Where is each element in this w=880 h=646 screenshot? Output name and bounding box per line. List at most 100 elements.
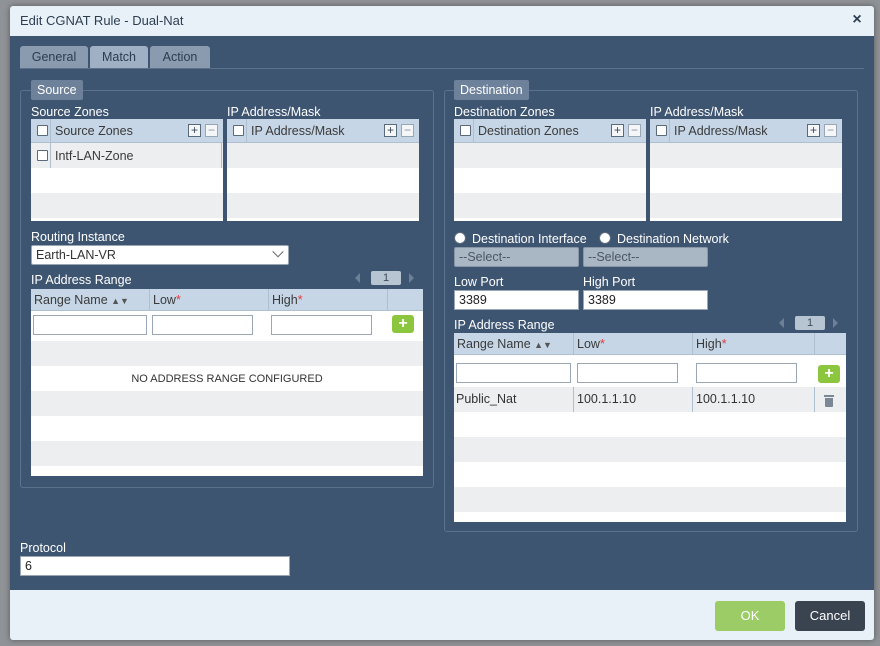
- select-all-checkbox[interactable]: [656, 125, 667, 136]
- empty-row: [454, 437, 846, 462]
- empty-row: [31, 341, 423, 366]
- page-number: 1: [371, 271, 401, 285]
- col-range-name[interactable]: Range Name ▲▼: [31, 289, 129, 311]
- empty-row: [31, 391, 423, 416]
- tab-underline: [20, 68, 864, 69]
- source-zones-column: Source Zones: [55, 124, 133, 138]
- edit-cgnat-rule-dialog: Edit CGNAT Rule - Dual-Nat × General Mat…: [10, 6, 874, 640]
- source-ip-range-label: IP Address Range: [31, 273, 132, 287]
- low-input[interactable]: [152, 315, 253, 335]
- add-range-button[interactable]: +: [818, 365, 840, 383]
- select-all-checkbox[interactable]: [460, 125, 471, 136]
- delete-icon[interactable]: [824, 395, 834, 407]
- table-row[interactable]: Public_Nat 100.1.1.10 100.1.1.10: [454, 387, 846, 412]
- empty-row: [650, 168, 842, 193]
- tab-general[interactable]: General: [20, 46, 88, 68]
- col-range-name-label: Range Name: [457, 337, 531, 351]
- destination-ipmask-label: IP Address/Mask: [650, 105, 744, 119]
- col-range-name-label: Range Name: [34, 293, 108, 307]
- destination-zones-column: Destination Zones: [478, 124, 579, 138]
- add-ipmask-button[interactable]: +: [807, 124, 820, 137]
- destination-interface-select[interactable]: --Select--: [454, 247, 579, 267]
- remove-ipmask-button[interactable]: −: [401, 124, 414, 137]
- empty-row: [454, 193, 646, 218]
- dialog-titlebar: Edit CGNAT Rule - Dual-Nat ×: [10, 6, 874, 36]
- select-all-checkbox[interactable]: [233, 125, 244, 136]
- col-low: Low*: [153, 293, 181, 307]
- empty-row: [227, 168, 419, 193]
- range-name-input[interactable]: [33, 315, 147, 335]
- next-page-icon[interactable]: [409, 273, 414, 283]
- low-port-input[interactable]: 3389: [454, 290, 579, 310]
- high-port-input[interactable]: 3389: [583, 290, 708, 310]
- sort-icon[interactable]: ▲▼: [534, 340, 552, 350]
- destination-network-label: Destination Network: [617, 232, 729, 246]
- col-range-name[interactable]: Range Name ▲▼: [454, 333, 552, 355]
- source-pager: 1: [355, 271, 421, 285]
- empty-row: [454, 412, 846, 437]
- destination-zones-table: Destination Zones + −: [454, 119, 646, 221]
- cancel-button[interactable]: Cancel: [795, 601, 865, 631]
- destination-zones-label: Destination Zones: [454, 105, 555, 119]
- remove-zone-button[interactable]: −: [205, 124, 218, 137]
- col-high-label: High: [272, 293, 298, 307]
- col-divider: [814, 333, 815, 355]
- col-divider: [814, 387, 815, 412]
- col-high-label: High: [696, 337, 722, 351]
- empty-row: [650, 143, 842, 168]
- destination-interface-label: Destination Interface: [472, 232, 587, 246]
- col-divider: [573, 387, 574, 412]
- protocol-label: Protocol: [20, 541, 66, 555]
- empty-row: [227, 143, 419, 168]
- list-item[interactable]: Intf-LAN-Zone: [31, 143, 223, 168]
- source-ipmask-table: IP Address/Mask + −: [227, 119, 419, 221]
- prev-page-icon[interactable]: [779, 318, 784, 328]
- empty-row: [227, 193, 419, 218]
- select-all-checkbox[interactable]: [37, 125, 48, 136]
- col-high: High*: [272, 293, 303, 307]
- new-range-row: +: [31, 312, 423, 337]
- empty-message: NO ADDRESS RANGE CONFIGURED: [131, 373, 323, 385]
- row-checkbox[interactable]: [37, 150, 48, 161]
- next-page-icon[interactable]: [833, 318, 838, 328]
- prev-page-icon[interactable]: [355, 273, 360, 283]
- range-name-input[interactable]: [456, 363, 571, 383]
- empty-row: [31, 416, 423, 441]
- destination-network-select[interactable]: --Select--: [583, 247, 708, 267]
- sort-icon[interactable]: ▲▼: [111, 296, 129, 306]
- grid-header: Range Name ▲▼ Low* High*: [31, 289, 423, 311]
- routing-instance-select[interactable]: Earth-LAN-VR: [31, 245, 289, 265]
- destination-legend: Destination: [454, 80, 529, 100]
- tab-action[interactable]: Action: [150, 46, 210, 68]
- source-zones-table: Source Zones + − Intf-LAN-Zone: [31, 119, 223, 221]
- destination-ipmask-header: IP Address/Mask + −: [650, 119, 842, 143]
- row-divider: [50, 143, 51, 168]
- empty-row: [31, 193, 223, 218]
- tab-match[interactable]: Match: [90, 46, 148, 68]
- low-input[interactable]: [577, 363, 678, 383]
- high-input[interactable]: [271, 315, 372, 335]
- empty-row: [454, 168, 646, 193]
- ok-button[interactable]: OK: [715, 601, 785, 631]
- add-ipmask-button[interactable]: +: [384, 124, 397, 137]
- low-port-label: Low Port: [454, 275, 504, 289]
- close-icon[interactable]: ×: [850, 12, 864, 28]
- destination-ipmask-table: IP Address/Mask + −: [650, 119, 842, 221]
- destination-interface-radio[interactable]: [454, 232, 466, 244]
- page-number: 1: [795, 316, 825, 330]
- remove-ipmask-button[interactable]: −: [824, 124, 837, 137]
- header-divider: [669, 119, 670, 143]
- add-zone-button[interactable]: +: [611, 124, 624, 137]
- col-divider: [692, 387, 693, 412]
- high-input[interactable]: [696, 363, 797, 383]
- destination-network-radio[interactable]: [599, 232, 611, 244]
- range-low-cell: 100.1.1.10: [577, 392, 637, 406]
- remove-zone-button[interactable]: −: [628, 124, 641, 137]
- destination-zones-header: Destination Zones + −: [454, 119, 646, 143]
- source-zones-header: Source Zones + −: [31, 119, 223, 143]
- chevron-down-icon: [272, 246, 284, 258]
- add-zone-button[interactable]: +: [188, 124, 201, 137]
- empty-row: [454, 143, 646, 168]
- add-range-button[interactable]: +: [392, 315, 414, 333]
- protocol-input[interactable]: 6: [20, 556, 290, 576]
